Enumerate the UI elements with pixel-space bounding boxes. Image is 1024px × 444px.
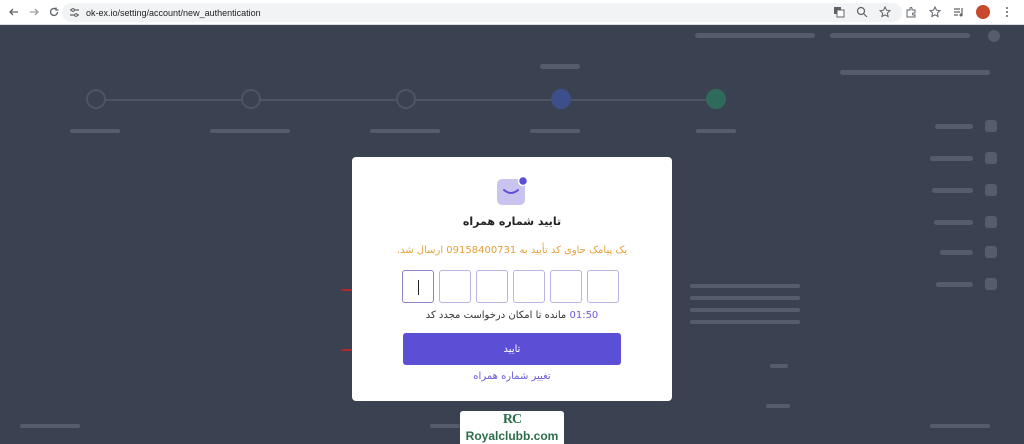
background-info-text <box>690 320 800 324</box>
background-info-text <box>690 284 800 288</box>
code-digit-input[interactable] <box>513 270 545 303</box>
site-info-icon[interactable] <box>68 7 80 19</box>
background-info-text <box>690 308 800 312</box>
zoom-icon[interactable] <box>855 5 869 19</box>
watermark-text: Royalclubb.com <box>465 429 559 443</box>
background-menu-icon <box>985 246 997 258</box>
background-header-text <box>695 33 815 38</box>
background-step-label <box>696 129 736 133</box>
background-menu-label <box>935 124 973 129</box>
background-menu-label <box>930 156 973 161</box>
resend-timer-line: 01:50 مانده تا امکان درخواست مجدد کد <box>352 310 672 321</box>
modal-title: تایید شماره همراه <box>462 215 562 228</box>
background-step <box>396 89 416 109</box>
background-info-text <box>766 404 790 408</box>
background-step-label <box>210 129 290 133</box>
translate-icon[interactable] <box>832 5 846 19</box>
reading-list-icon[interactable] <box>928 5 942 19</box>
background-menu-label <box>940 250 973 255</box>
background-menu-label <box>936 282 973 287</box>
background-menu-icon <box>985 184 997 196</box>
background-step-label <box>70 129 120 133</box>
background-footer-text <box>430 424 460 428</box>
code-digit-input[interactable] <box>439 270 471 303</box>
url-text[interactable]: ok-ex.io/setting/account/new_authenticat… <box>86 8 261 18</box>
change-phone-link[interactable]: تغییر شماره همراه <box>352 371 672 382</box>
code-digit-input[interactable] <box>402 270 434 303</box>
background-text <box>840 70 990 75</box>
background-menu-icon <box>985 120 997 132</box>
background-step <box>551 89 571 109</box>
back-icon[interactable] <box>6 4 22 20</box>
background-step <box>86 89 106 109</box>
background-step <box>706 89 726 109</box>
code-digit-input[interactable] <box>550 270 582 303</box>
background-menu-icon <box>985 152 997 164</box>
profile-avatar[interactable] <box>976 5 990 19</box>
sms-sent-message: یک پیامک حاوی کد تأیید به 09158400731 ار… <box>396 245 628 256</box>
code-digit-input[interactable] <box>476 270 508 303</box>
browser-toolbar: ok-ex.io/setting/account/new_authenticat… <box>0 0 1024 25</box>
resend-timer-text: مانده تا امکان درخواست مجدد کد <box>425 310 567 321</box>
message-icon <box>497 175 528 205</box>
background-menu-icon <box>985 216 997 228</box>
phone-verification-modal: تایید شماره همراه یک پیامک حاوی کد تأیید… <box>352 157 672 401</box>
confirm-button[interactable]: تایید <box>403 333 621 365</box>
background-info-text <box>770 364 788 368</box>
background-step-label <box>370 129 440 133</box>
background-footer-text <box>930 424 990 428</box>
background-step-label <box>530 129 580 133</box>
background-header-text <box>830 33 970 38</box>
verification-code-inputs <box>402 270 623 303</box>
forward-icon[interactable] <box>26 4 42 20</box>
more-options-icon[interactable] <box>1000 5 1014 19</box>
reload-icon[interactable] <box>46 4 62 20</box>
address-bar[interactable]: ok-ex.io/setting/account/new_authenticat… <box>62 3 902 22</box>
countdown-timer: 01:50 <box>569 310 599 321</box>
background-menu-label <box>934 220 973 225</box>
watermark: RC Royalclubb.com <box>460 411 564 444</box>
bookmark-star-icon[interactable] <box>878 5 892 19</box>
background-step <box>241 89 261 109</box>
background-subtitle <box>540 64 580 69</box>
background-user-icon <box>988 30 1000 42</box>
watermark-logo: RC <box>502 412 522 427</box>
background-info-text <box>690 296 800 300</box>
extensions-icon[interactable] <box>904 5 918 19</box>
code-digit-input[interactable] <box>587 270 619 303</box>
background-menu-icon <box>985 278 997 290</box>
background-footer-text <box>20 424 80 428</box>
media-icon[interactable] <box>952 5 966 19</box>
text-caret <box>418 280 419 295</box>
background-menu-label <box>932 188 973 193</box>
